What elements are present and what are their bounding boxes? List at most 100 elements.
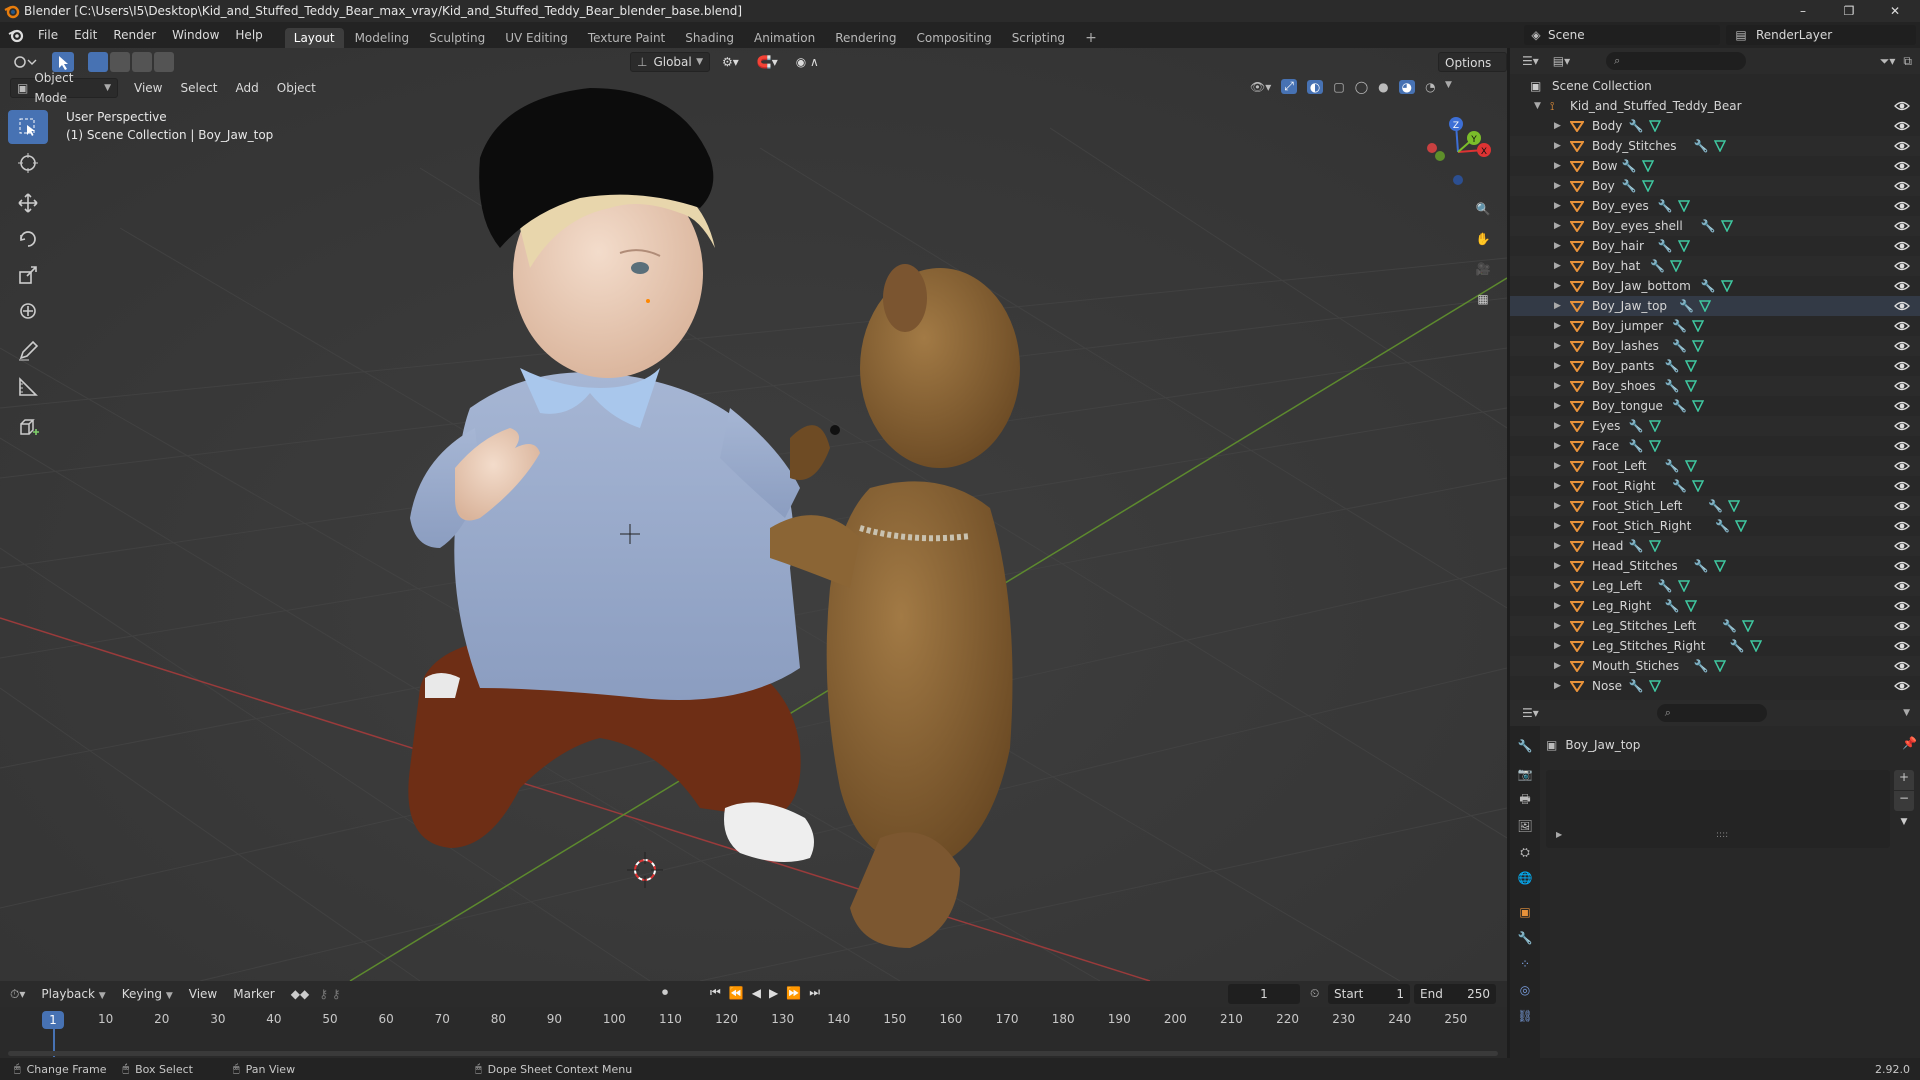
mesh-data-icon[interactable] xyxy=(1641,180,1654,192)
jump-keyframe-forward-icon[interactable]: ⏩ xyxy=(786,986,801,1000)
expand-arrow-icon[interactable]: ▶ xyxy=(1554,236,1561,256)
expand-arrow-icon[interactable]: ▶ xyxy=(1554,516,1561,536)
xray-icon[interactable]: ▢ xyxy=(1333,80,1344,94)
expand-arrow-icon[interactable]: ▶ xyxy=(1554,196,1561,216)
snap-magnet-icon[interactable]: 🧲▾ xyxy=(751,52,784,72)
modifier-wrench-icon[interactable]: 🔧 xyxy=(1694,656,1709,676)
modifier-wrench-icon[interactable]: 🔧 xyxy=(1730,636,1745,656)
expand-arrow-icon[interactable]: ▶ xyxy=(1554,476,1561,496)
outliner-item[interactable]: ▶ Foot_Stich_Left 🔧 xyxy=(1510,496,1920,516)
eye-visibility-icon[interactable] xyxy=(1894,400,1910,412)
zoom-icon[interactable]: 🔍 xyxy=(1470,194,1496,224)
timeline-menu-playback[interactable]: Playback ▼ xyxy=(35,984,111,1004)
tool-transform[interactable] xyxy=(8,294,48,328)
tab-rendering[interactable]: Rendering xyxy=(826,28,905,48)
outliner-item[interactable]: ▶ Mouth_Stiches 🔧 xyxy=(1510,656,1920,676)
tool-scale[interactable] xyxy=(8,258,48,292)
outliner-item[interactable]: ▶ Boy_tongue 🔧 xyxy=(1510,396,1920,416)
tab-compositing[interactable]: Compositing xyxy=(907,28,1000,48)
modifier-wrench-icon[interactable]: 🔧 xyxy=(1672,396,1687,416)
expand-arrow-icon[interactable]: ▶ xyxy=(1554,636,1561,656)
tool-move[interactable] xyxy=(8,186,48,220)
shading-material-icon[interactable]: ◕ xyxy=(1398,79,1416,94)
outliner-editor-icon[interactable]: ☰▾ xyxy=(1522,54,1539,68)
outliner-item[interactable]: ▶ Nose 🔧 xyxy=(1510,676,1920,696)
filter-icon[interactable]: ⏷▾ xyxy=(1880,54,1896,69)
outliner-item[interactable]: ▶ Foot_Stich_Right 🔧 xyxy=(1510,516,1920,536)
outliner-item[interactable]: ▶ Boy_eyes 🔧 xyxy=(1510,196,1920,216)
select-intersect-icon[interactable] xyxy=(154,52,174,72)
modifier-wrench-icon[interactable]: 🔧 xyxy=(1622,156,1637,176)
overlay-toggle-icon[interactable]: ◐ xyxy=(1306,79,1324,94)
modifier-wrench-icon[interactable]: 🔧 xyxy=(1672,336,1687,356)
modifier-wrench-icon[interactable]: 🔧 xyxy=(1672,476,1687,496)
physics-tab-icon[interactable]: ◎ xyxy=(1512,978,1538,1002)
modifier-wrench-icon[interactable]: 🔧 xyxy=(1629,436,1644,456)
eye-visibility-icon[interactable] xyxy=(1894,280,1910,292)
constraints-tab-icon[interactable]: ⛓ xyxy=(1512,1004,1538,1028)
outliner-item[interactable]: ▶ Leg_Right 🔧 xyxy=(1510,596,1920,616)
expand-arrow-icon[interactable]: ▶ xyxy=(1556,830,1562,839)
close-button[interactable]: ✕ xyxy=(1872,0,1918,22)
modifier-wrench-icon[interactable]: 🔧 xyxy=(1701,216,1716,236)
eye-visibility-icon[interactable] xyxy=(1894,340,1910,352)
scene-selector[interactable]: ◈ Scene xyxy=(1524,25,1720,45)
expand-arrow-icon[interactable]: ▶ xyxy=(1554,276,1561,296)
mesh-data-icon[interactable] xyxy=(1713,140,1726,152)
tool-select-box[interactable] xyxy=(8,110,48,144)
options-dropdown[interactable]: Options ▼ xyxy=(1438,52,1507,90)
outliner-item[interactable]: ▶ Boy_Jaw_bottom 🔧 xyxy=(1510,276,1920,296)
mesh-data-icon[interactable] xyxy=(1713,660,1726,672)
mesh-data-icon[interactable] xyxy=(1720,280,1733,292)
timeline-menu-keying[interactable]: Keying ▼ xyxy=(116,984,179,1004)
outliner-item[interactable]: ▶ Face 🔧 xyxy=(1510,436,1920,456)
jump-end-icon[interactable]: ⏭ xyxy=(809,985,820,1000)
select-extend-icon[interactable] xyxy=(110,52,130,72)
mesh-data-icon[interactable] xyxy=(1684,600,1697,612)
expand-arrow-icon[interactable]: ▶ xyxy=(1554,116,1561,136)
eye-visibility-icon[interactable] xyxy=(1894,240,1910,252)
expand-arrow-icon[interactable]: ▶ xyxy=(1554,296,1561,316)
viewport-menu-select[interactable]: Select xyxy=(174,78,223,98)
eye-visibility-icon[interactable] xyxy=(1894,380,1910,392)
outliner-item[interactable]: ▶ Body_Stitches 🔧 xyxy=(1510,136,1920,156)
select-subtract-icon[interactable] xyxy=(132,52,152,72)
expand-arrow-icon[interactable]: ▶ xyxy=(1554,356,1561,376)
mesh-data-icon[interactable] xyxy=(1684,380,1697,392)
expand-arrow-icon[interactable]: ▶ xyxy=(1554,136,1561,156)
mesh-data-icon[interactable] xyxy=(1742,620,1755,632)
outliner-item[interactable]: ▶ Boy_lashes 🔧 xyxy=(1510,336,1920,356)
timeline-scrollbar[interactable] xyxy=(8,1051,1498,1056)
object-tab-icon[interactable]: ▣ xyxy=(1512,900,1538,924)
mesh-data-icon[interactable] xyxy=(1692,400,1704,412)
outliner-item[interactable]: ▶ Boy 🔧 xyxy=(1510,176,1920,196)
output-tab-icon[interactable]: 🖶 xyxy=(1512,788,1538,812)
viewport-menu-view[interactable]: View xyxy=(128,78,168,98)
outliner-item[interactable]: ▶ Bow 🔧 xyxy=(1510,156,1920,176)
modifier-wrench-icon[interactable]: 🔧 xyxy=(1694,556,1709,576)
mesh-data-icon[interactable] xyxy=(1692,480,1704,492)
outliner-collection-row[interactable]: ▼ ⟟ Kid_and_Stuffed_Teddy_Bear xyxy=(1510,96,1920,116)
outliner-item[interactable]: ▶ Leg_Left 🔧 xyxy=(1510,576,1920,596)
eye-visibility-icon[interactable] xyxy=(1894,100,1910,112)
mesh-data-icon[interactable] xyxy=(1677,200,1690,212)
expand-arrow-icon[interactable]: ▶ xyxy=(1554,556,1561,576)
expand-arrow-icon[interactable]: ▶ xyxy=(1554,336,1561,356)
outliner-item[interactable]: ▶ Leg_Stitches_Left 🔧 xyxy=(1510,616,1920,636)
modifier-wrench-icon[interactable]: 🔧 xyxy=(1665,376,1680,396)
modifier-wrench-icon[interactable]: 🔧 xyxy=(1694,136,1709,156)
modifier-wrench-icon[interactable]: 🔧 xyxy=(1658,196,1673,216)
3d-viewport[interactable]: ⊥ Global ▼ ⚙▾ 🧲▾ ◉ ∧ Options ▼ ▣ Object … xyxy=(0,48,1507,981)
tool-add-cube[interactable] xyxy=(8,410,48,444)
timeline-frame-ruler[interactable]: 1 10 20 30 40 50 60 70 80 90 100 110 120 130 140 150 16… xyxy=(0,1007,1507,1058)
chevron-down-icon[interactable]: ▼ xyxy=(1903,708,1910,718)
eye-visibility-icon[interactable] xyxy=(1894,660,1910,672)
modifier-wrench-icon[interactable]: 🔧 xyxy=(1658,236,1673,256)
viewport-menu-object[interactable]: Object xyxy=(271,78,322,98)
add-slot-button[interactable]: + xyxy=(1894,770,1914,790)
mesh-data-icon[interactable] xyxy=(1699,300,1712,312)
eye-visibility-icon[interactable] xyxy=(1894,600,1910,612)
modifier-wrench-icon[interactable]: 🔧 xyxy=(1715,516,1730,536)
play-icon[interactable]: ▶ xyxy=(769,986,778,1000)
mesh-data-icon[interactable] xyxy=(1677,240,1690,252)
